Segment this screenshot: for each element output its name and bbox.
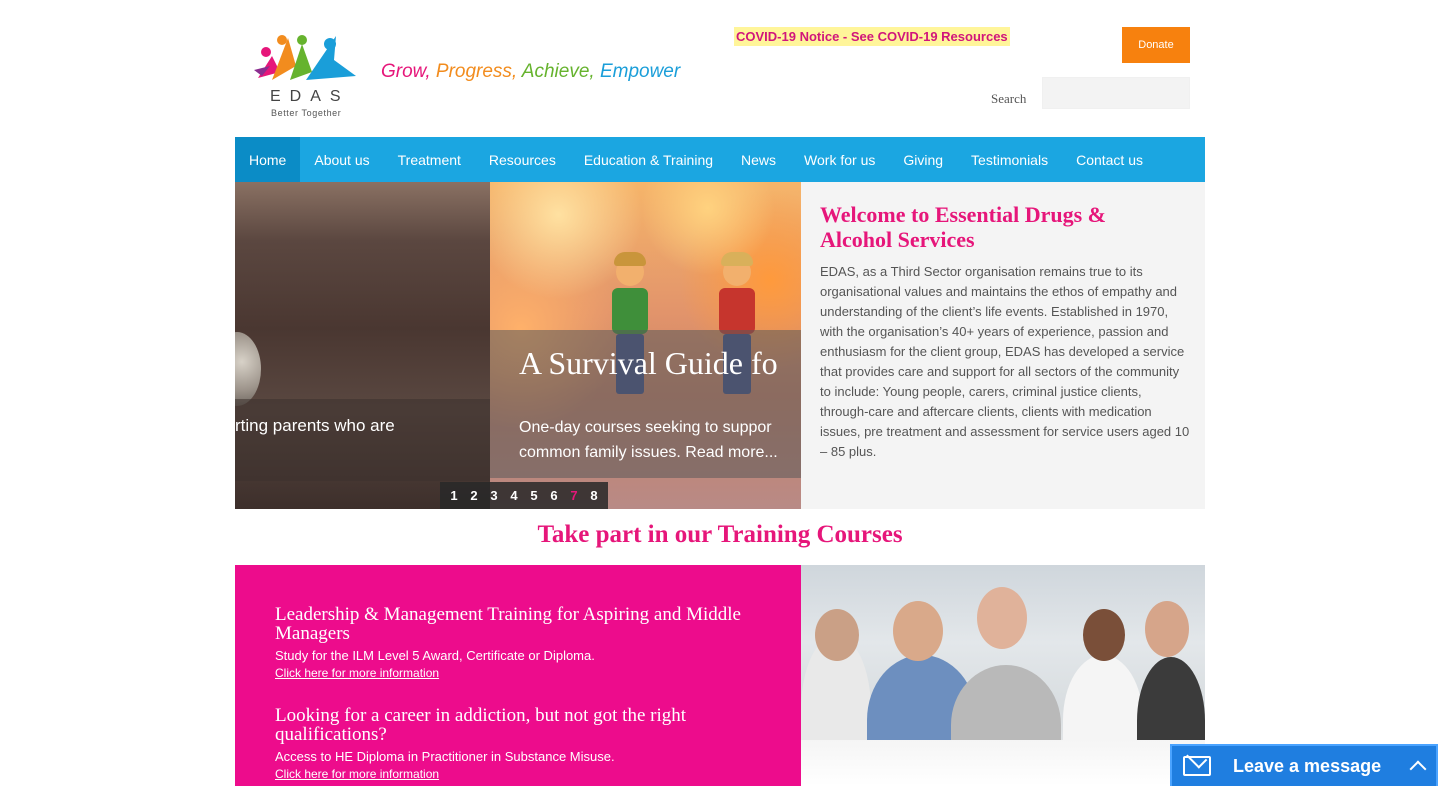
hero-slider[interactable]: rting parents who are A Survival Guide f… <box>235 182 801 509</box>
nav-giving[interactable]: Giving <box>889 137 957 182</box>
slide-title: A Survival Guide fo <box>519 345 778 381</box>
training-heading: Take part in our Training Courses <box>537 521 903 548</box>
pager-item-5[interactable]: 5 <box>524 488 544 503</box>
course-more-info-link[interactable]: Click here for more information <box>275 666 439 680</box>
nav-home[interactable]: Home <box>235 137 301 182</box>
course-description: Access to HE Diploma in Practitioner in … <box>275 749 615 764</box>
tagline-progress: Progress, <box>435 61 518 82</box>
pager-item-6[interactable]: 6 <box>544 488 564 503</box>
course-item: Leadership & Management Training for Asp… <box>275 605 775 682</box>
chat-label: Leave a message <box>1233 755 1382 776</box>
slide-text-line-2[interactable]: common family issues. Read more... <box>519 440 801 465</box>
logo-tagline: Better Together <box>271 108 342 118</box>
course-title: Looking for a career in addiction, but n… <box>275 705 687 745</box>
nav-contact-us[interactable]: Contact us <box>1062 137 1157 182</box>
envelope-icon <box>1183 756 1211 776</box>
nav-treatment[interactable]: Treatment <box>384 137 475 182</box>
course-item: Looking for a career in addiction, but n… <box>275 706 775 783</box>
edas-logo[interactable]: EDAS Better Together <box>250 26 362 120</box>
pager-item-1[interactable]: 1 <box>444 488 464 503</box>
pager-item-2[interactable]: 2 <box>464 488 484 503</box>
logo-name: EDAS <box>270 88 350 105</box>
course-more-info-link[interactable]: Click here for more information <box>275 767 439 781</box>
welcome-panel: Welcome to Essential Drugs & Alcohol Ser… <box>801 182 1205 509</box>
welcome-body: EDAS, as a Third Sector organisation rem… <box>820 264 1190 459</box>
previous-slide-caption: rting parents who are <box>235 416 395 435</box>
leave-message-chat-widget[interactable]: Leave a message <box>1170 744 1438 786</box>
logo-figures-icon <box>254 35 356 80</box>
chevron-up-icon[interactable] <box>1409 760 1427 778</box>
main-nav: Home About us Treatment Resources Educat… <box>235 137 1205 182</box>
pager-item-7[interactable]: 7 <box>564 488 584 503</box>
previous-slide[interactable]: rting parents who are <box>235 182 490 509</box>
tagline-grow: Grow, <box>381 61 431 82</box>
tagline-achieve: Achieve, <box>521 61 595 82</box>
course-title: Leadership & Management Training for Asp… <box>275 604 741 644</box>
slide-text[interactable]: One-day courses seeking to suppor common… <box>519 415 801 465</box>
pager-item-4[interactable]: 4 <box>504 488 524 503</box>
training-courses-panel: Leadership & Management Training for Asp… <box>235 565 801 786</box>
page: EDAS Better Together Grow, Progress, Ach… <box>235 0 1205 786</box>
pager-item-3[interactable]: 3 <box>484 488 504 503</box>
nav-education-training[interactable]: Education & Training <box>570 137 727 182</box>
search-label: Search <box>991 91 1027 106</box>
site-tagline: Grow, Progress, Achieve, Empower <box>381 61 680 83</box>
nav-about-us[interactable]: About us <box>300 137 383 182</box>
coin-image <box>235 332 261 406</box>
current-slide[interactable]: A Survival Guide fo One-day courses seek… <box>490 182 801 509</box>
pager-item-8[interactable]: 8 <box>584 488 604 503</box>
training-meeting-photo <box>801 565 1205 786</box>
nav-work-for-us[interactable]: Work for us <box>790 137 889 182</box>
course-description: Study for the ILM Level 5 Award, Certifi… <box>275 648 595 663</box>
slider-pager: 1 2 3 4 5 6 7 8 <box>440 482 608 509</box>
tagline-empower: Empower <box>599 61 681 82</box>
donate-button[interactable]: Donate <box>1122 27 1190 63</box>
nav-testimonials[interactable]: Testimonials <box>957 137 1062 182</box>
nav-news[interactable]: News <box>727 137 790 182</box>
previous-slide-caption-band <box>235 399 490 481</box>
covid-notice-link[interactable]: COVID-19 Notice - See COVID-19 Resources <box>734 27 1010 46</box>
slide-text-line-1: One-day courses seeking to suppor <box>519 419 772 436</box>
search-input[interactable] <box>1042 77 1190 109</box>
nav-resources[interactable]: Resources <box>475 137 570 182</box>
welcome-title: Welcome to Essential Drugs & Alcohol Ser… <box>820 202 1106 252</box>
